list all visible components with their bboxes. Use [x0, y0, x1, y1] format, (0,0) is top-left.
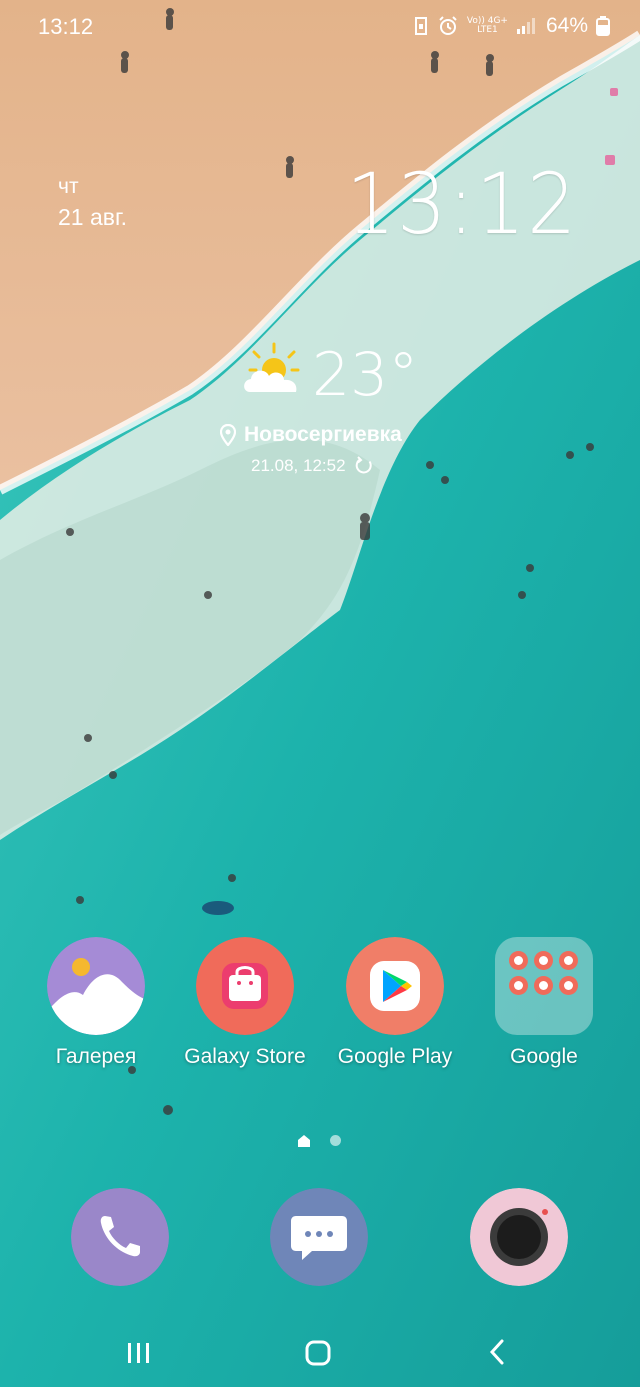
dnd-shield-icon	[414, 17, 427, 35]
date-label: 21 авг.	[58, 204, 127, 230]
google-play-icon	[346, 937, 444, 1035]
network-type: Vo)) 4G+ LTE1	[467, 17, 508, 35]
app-label: Google	[510, 1045, 578, 1068]
app-gallery[interactable]: Галерея	[21, 937, 171, 1077]
google-folder-icon	[495, 937, 593, 1035]
battery-percent: 64%	[545, 14, 588, 37]
weekday-label: чт	[58, 175, 79, 198]
maps-mini-icon	[509, 976, 528, 995]
google-mini-icon	[509, 951, 528, 970]
clock-widget[interactable]: 13:12	[346, 155, 578, 253]
home-button-icon[interactable]	[298, 1332, 338, 1372]
phone-icon[interactable]	[71, 1188, 169, 1286]
camera-icon[interactable]	[470, 1188, 568, 1286]
chrome-mini-icon	[534, 951, 553, 970]
home-screen: 13:12 Vo)) 4G+ LTE1 64% чт 21 авг. 13:12…	[0, 0, 640, 1387]
weather-updated-time: 21.08, 12:52	[251, 456, 346, 475]
battery-icon	[596, 16, 610, 36]
weather-updated-row: 21.08, 12:52	[251, 456, 374, 476]
recent-apps-icon[interactable]	[119, 1332, 159, 1372]
app-galaxy-store[interactable]: Galaxy Store	[170, 937, 320, 1077]
galaxy-store-icon	[196, 937, 294, 1035]
back-icon[interactable]	[477, 1332, 517, 1372]
refresh-icon[interactable]	[354, 456, 374, 476]
youtube-mini-icon	[534, 976, 553, 995]
location-pin-icon	[220, 424, 236, 446]
app-label: Galaxy Store	[184, 1045, 306, 1068]
signal-icon	[516, 18, 535, 34]
network-type-bottom: LTE1	[477, 25, 498, 35]
weather-location: Новосергиевка	[244, 423, 402, 446]
app-label: Галерея	[55, 1045, 137, 1068]
messages-icon[interactable]	[270, 1188, 368, 1286]
alarm-icon	[439, 16, 457, 35]
app-label: Google Play	[337, 1045, 453, 1068]
weather-location-row[interactable]: Новосергиевка	[220, 420, 402, 450]
status-icons: Vo)) 4G+ LTE1 64%	[413, 12, 610, 40]
status-time: 13:12	[38, 14, 94, 39]
date-widget[interactable]: чт 21 авг.	[58, 172, 127, 232]
app-folder-google[interactable]: Google	[469, 937, 619, 1077]
drive-mini-icon	[559, 976, 578, 995]
status-bar: 13:12 Vo)) 4G+ LTE1 64%	[0, 0, 640, 52]
gallery-icon	[47, 937, 145, 1035]
gmail-mini-icon	[559, 951, 578, 970]
page-indicator-dot[interactable]	[330, 1135, 341, 1146]
weather-temperature[interactable]: 23°	[312, 340, 418, 410]
home-page-indicator-icon[interactable]	[297, 1134, 311, 1148]
partly-sunny-icon[interactable]	[240, 342, 304, 398]
app-google-play[interactable]: Google Play	[320, 937, 470, 1077]
